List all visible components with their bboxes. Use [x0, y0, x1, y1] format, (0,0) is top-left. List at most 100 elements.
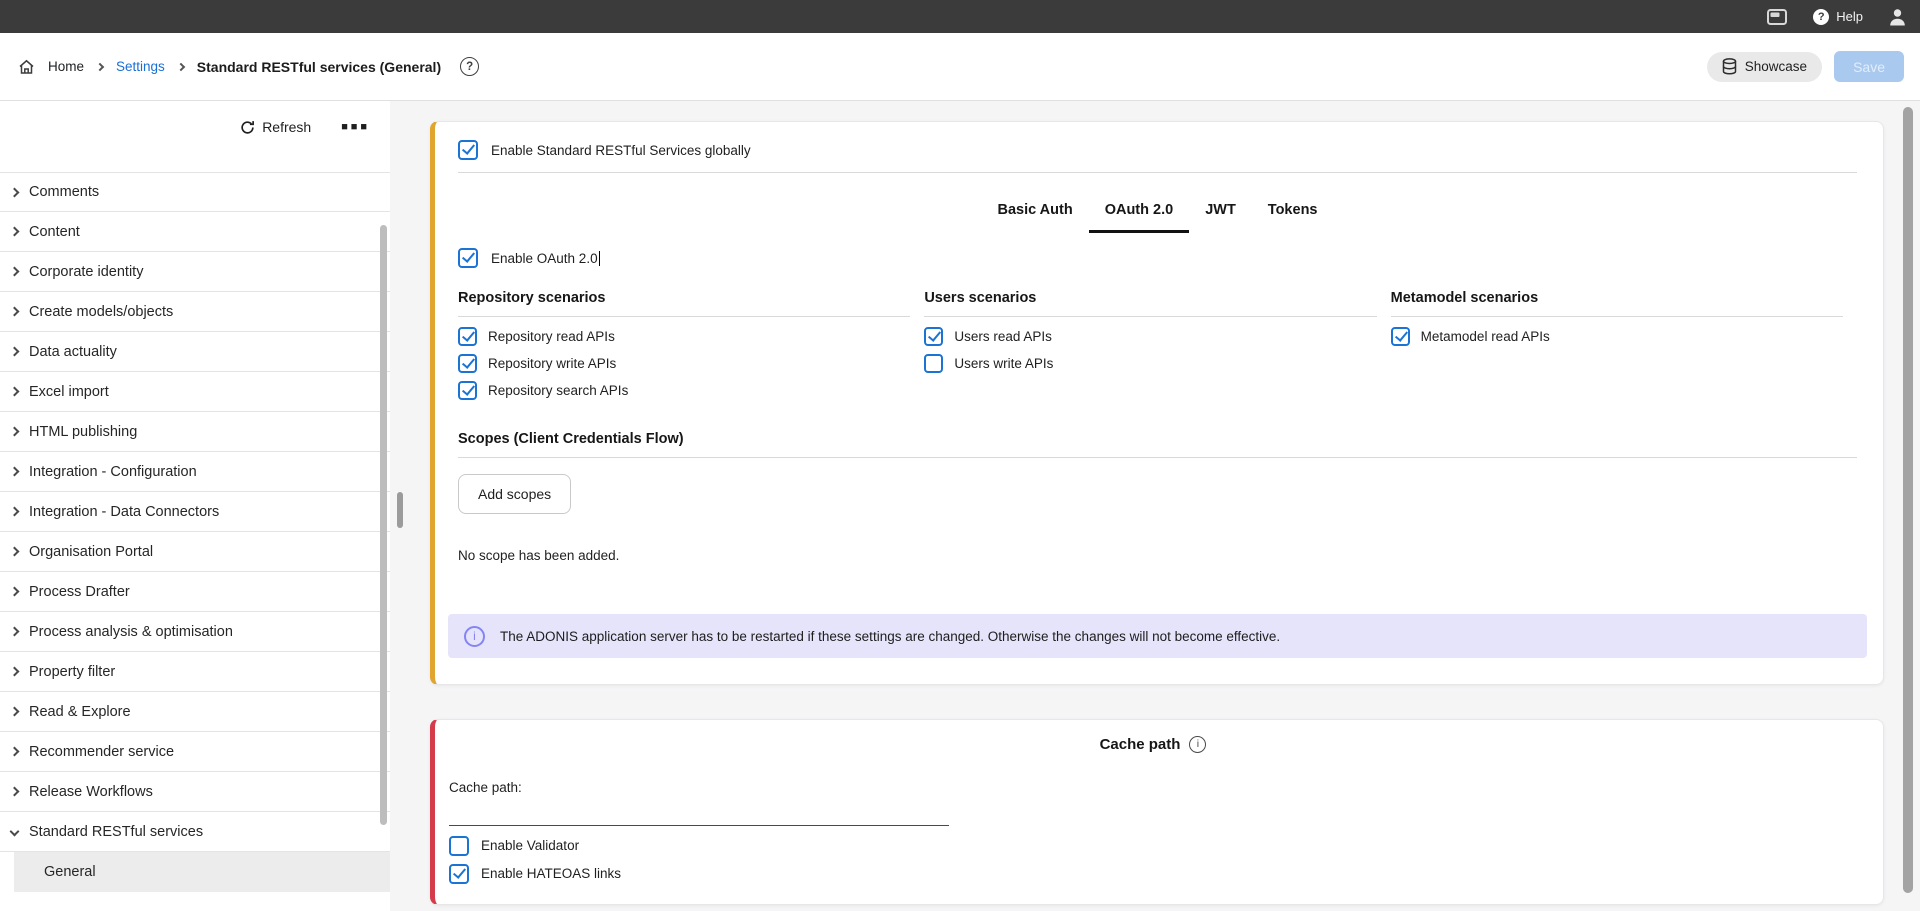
user-menu-button[interactable]: [1889, 8, 1906, 26]
option-label: Users read APIs: [954, 329, 1052, 344]
repository-write-checkbox[interactable]: [458, 354, 477, 373]
showcase-button[interactable]: Showcase: [1707, 52, 1822, 82]
add-scopes-button[interactable]: Add scopes: [458, 474, 571, 514]
settings-main-panel: Enable Standard RESTful Services globall…: [390, 101, 1920, 911]
chevron-right-icon: [10, 627, 20, 637]
cache-path-input[interactable]: [449, 798, 949, 826]
sidebar-item-excel-import[interactable]: Excel import: [0, 372, 390, 412]
repository-scenarios-group: Repository scenarios Repository read API…: [458, 290, 924, 407]
sidebar-scrollbar[interactable]: [380, 225, 387, 825]
sidebar-item-label: Comments: [29, 184, 99, 200]
divider: [1391, 316, 1843, 317]
enable-global-checkbox[interactable]: [458, 140, 478, 160]
repository-read-checkbox[interactable]: [458, 327, 477, 346]
users-scenarios-group: Users scenarios Users read APIs Users wr…: [924, 290, 1390, 407]
sidebar-item-process-drafter[interactable]: Process Drafter: [0, 572, 390, 612]
divider: [924, 316, 1376, 317]
database-icon: [1722, 58, 1737, 75]
tab-jwt[interactable]: JWT: [1189, 199, 1252, 233]
rest-services-card: Enable Standard RESTful Services globall…: [430, 121, 1884, 685]
enable-validator-checkbox[interactable]: [449, 836, 469, 856]
tab-tokens[interactable]: Tokens: [1252, 199, 1334, 233]
option-row: Repository write APIs: [458, 353, 910, 373]
option-label: Enable HATEOAS links: [481, 866, 621, 881]
option-label: Users write APIs: [954, 356, 1053, 371]
breadcrumb-settings[interactable]: Settings: [116, 59, 165, 74]
option-label: Repository write APIs: [488, 356, 616, 371]
sidebar-item-content[interactable]: Content: [0, 212, 390, 252]
sidebar-item-release-workflows[interactable]: Release Workflows: [0, 772, 390, 812]
banner-text: The ADONIS application server has to be …: [500, 629, 1280, 644]
sidebar-item-process-analysis[interactable]: Process analysis & optimisation: [0, 612, 390, 652]
enable-oauth-row: Enable OAuth 2.0: [458, 248, 1857, 268]
sidebar-item-property-filter[interactable]: Property filter: [0, 652, 390, 692]
metamodel-read-checkbox[interactable]: [1391, 327, 1410, 346]
sidebar-item-label: Content: [29, 224, 80, 240]
window-icon: [1767, 9, 1787, 25]
sidebar-item-label: Corporate identity: [29, 264, 143, 280]
sidebar-item-recommender-service[interactable]: Recommender service: [0, 732, 390, 772]
save-button[interactable]: Save: [1834, 51, 1904, 82]
sidebar-item-create-models[interactable]: Create models/objects: [0, 292, 390, 332]
enable-oauth-checkbox[interactable]: [458, 248, 478, 268]
breadcrumb-home[interactable]: Home: [48, 59, 84, 74]
option-row: Metamodel read APIs: [1391, 326, 1843, 346]
help-button[interactable]: ? Help: [1813, 9, 1863, 25]
breadcrumb: Home Settings Standard RESTful services …: [18, 57, 479, 76]
tab-oauth-2-0[interactable]: OAuth 2.0: [1089, 199, 1189, 233]
sidebar-subitem-label: General: [44, 864, 96, 880]
top-bar: ? Help: [0, 0, 1920, 33]
panel-resize-handle[interactable]: [397, 492, 403, 528]
sidebar-item-data-actuality[interactable]: Data actuality: [0, 332, 390, 372]
refresh-button[interactable]: Refresh: [240, 119, 311, 135]
showcase-label: Showcase: [1745, 59, 1807, 74]
sidebar-item-integration-data-connectors[interactable]: Integration - Data Connectors: [0, 492, 390, 532]
scenario-groups: Repository scenarios Repository read API…: [458, 290, 1857, 407]
users-read-checkbox[interactable]: [924, 327, 943, 346]
sidebar-item-read-explore[interactable]: Read & Explore: [0, 692, 390, 732]
chevron-right-icon: [10, 347, 20, 357]
sidebar-item-integration-configuration[interactable]: Integration - Configuration: [0, 452, 390, 492]
sidebar-item-label: Read & Explore: [29, 704, 131, 720]
windows-button[interactable]: [1767, 9, 1787, 25]
group-title: Metamodel scenarios: [1391, 290, 1843, 308]
users-write-checkbox[interactable]: [924, 354, 943, 373]
sidebar-item-corporate-identity[interactable]: Corporate identity: [0, 252, 390, 292]
sidebar-item-html-publishing[interactable]: HTML publishing: [0, 412, 390, 452]
chevron-right-icon: [10, 707, 20, 717]
sidebar-item-label: Organisation Portal: [29, 544, 153, 560]
tab-basic-auth[interactable]: Basic Auth: [982, 199, 1089, 233]
group-title: Users scenarios: [924, 290, 1376, 308]
option-row: Repository read APIs: [458, 326, 910, 346]
main-scrollbar[interactable]: [1903, 107, 1913, 893]
sidebar-item-label: Standard RESTful services: [29, 824, 203, 840]
chevron-right-icon: [10, 387, 20, 397]
divider: [458, 316, 910, 317]
enable-global-label: Enable Standard RESTful Services globall…: [491, 143, 751, 158]
text-cursor: [599, 251, 601, 266]
sidebar-item-organisation-portal[interactable]: Organisation Portal: [0, 532, 390, 572]
more-options-icon[interactable]: ■ ■ ■: [341, 121, 368, 133]
enable-hateoas-checkbox[interactable]: [449, 864, 469, 884]
sidebar-toolbar: Refresh ■ ■ ■: [0, 109, 390, 145]
cache-info-icon[interactable]: i: [1189, 736, 1206, 753]
repository-search-checkbox[interactable]: [458, 381, 477, 400]
help-label: Help: [1836, 9, 1863, 24]
option-label: Enable Validator: [481, 838, 579, 853]
sidebar-item-label: Integration - Configuration: [29, 464, 197, 480]
settings-category-list: Comments Content Corporate identity Crea…: [0, 172, 390, 892]
metamodel-scenarios-group: Metamodel scenarios Metamodel read APIs: [1391, 290, 1857, 407]
option-row: Repository search APIs: [458, 380, 910, 400]
cache-path-label: Cache path:: [449, 780, 1857, 796]
sidebar-item-comments[interactable]: Comments: [0, 172, 390, 212]
sidebar-item-standard-restful-services[interactable]: Standard RESTful services: [0, 812, 390, 852]
divider: [458, 172, 1857, 173]
sidebar-item-label: HTML publishing: [29, 424, 137, 440]
cache-options: Enable Validator Enable HATEOAS links: [449, 836, 1857, 883]
enable-global-row: Enable Standard RESTful Services globall…: [458, 140, 1857, 160]
page-help-icon[interactable]: ?: [460, 57, 479, 76]
chevron-right-icon: [10, 187, 20, 197]
sidebar-item-label: Recommender service: [29, 744, 174, 760]
sidebar-item-label: Data actuality: [29, 344, 117, 360]
sidebar-subitem-general[interactable]: General: [14, 852, 390, 892]
